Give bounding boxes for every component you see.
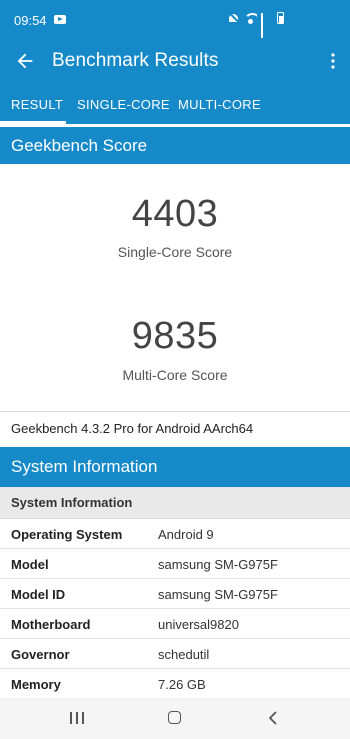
row-key: Model — [11, 557, 49, 572]
tab-indicator — [0, 121, 66, 124]
row-value: samsung SM-G975F — [158, 587, 278, 602]
table-row: Governor schedutil — [0, 639, 350, 669]
system-nav-bar — [0, 698, 350, 739]
table-row: Model samsung SM-G975F — [0, 549, 350, 579]
single-core-score-value: 4403 — [131, 193, 219, 235]
page-title: Benchmark Results — [52, 50, 219, 71]
battery-icon — [277, 12, 284, 24]
mute-icon — [228, 12, 240, 24]
recents-icon[interactable] — [70, 712, 84, 724]
tab-single-core[interactable]: SINGLE-CORE — [77, 97, 170, 112]
arrow-left-icon[interactable] — [14, 50, 36, 72]
multi-core-score-value: 9835 — [131, 315, 219, 357]
single-core-score-label: Single-Core Score — [117, 244, 233, 260]
tab-bar: RESULT SINGLE-CORE MULTI-CORE — [0, 84, 350, 124]
system-information-header: System Information — [0, 447, 350, 487]
status-time: 09:54 — [14, 13, 47, 28]
tab-result[interactable]: RESULT — [11, 97, 63, 112]
row-key: Operating System — [11, 527, 123, 542]
row-key: Governor — [11, 647, 70, 662]
system-info-subheader: System Information — [0, 487, 350, 519]
table-row: Motherboard universal9820 — [0, 609, 350, 639]
back-icon[interactable] — [266, 711, 280, 725]
row-value: 7.26 GB — [158, 677, 206, 692]
table-row: Memory 7.26 GB — [0, 669, 350, 699]
signal-icon — [261, 13, 273, 38]
more-vert-icon[interactable] — [330, 53, 336, 69]
status-icons — [228, 12, 284, 38]
home-icon[interactable] — [168, 711, 181, 724]
row-value: Android 9 — [158, 527, 214, 542]
youtube-icon — [54, 15, 66, 24]
geekbench-version: Geekbench 4.3.2 Pro for Android AArch64 — [0, 411, 350, 445]
status-bar: 09:54 — [0, 0, 350, 40]
row-value: universal9820 — [158, 617, 239, 632]
system-info-table: System Information Operating System Andr… — [0, 487, 350, 699]
row-value: schedutil — [158, 647, 210, 662]
table-row: Model ID samsung SM-G975F — [0, 579, 350, 609]
multi-core-score-label: Multi-Core Score — [122, 367, 228, 383]
row-key: Memory — [11, 677, 61, 692]
row-key: Motherboard — [11, 617, 91, 632]
wifi-icon — [244, 12, 257, 24]
row-key: Model ID — [11, 587, 66, 602]
row-value: samsung SM-G975F — [158, 557, 278, 572]
geekbench-score-header: Geekbench Score — [0, 127, 350, 164]
app-bar: Benchmark Results — [0, 40, 350, 84]
tab-multi-core[interactable]: MULTI-CORE — [178, 97, 261, 112]
table-row: Operating System Android 9 — [0, 519, 350, 549]
